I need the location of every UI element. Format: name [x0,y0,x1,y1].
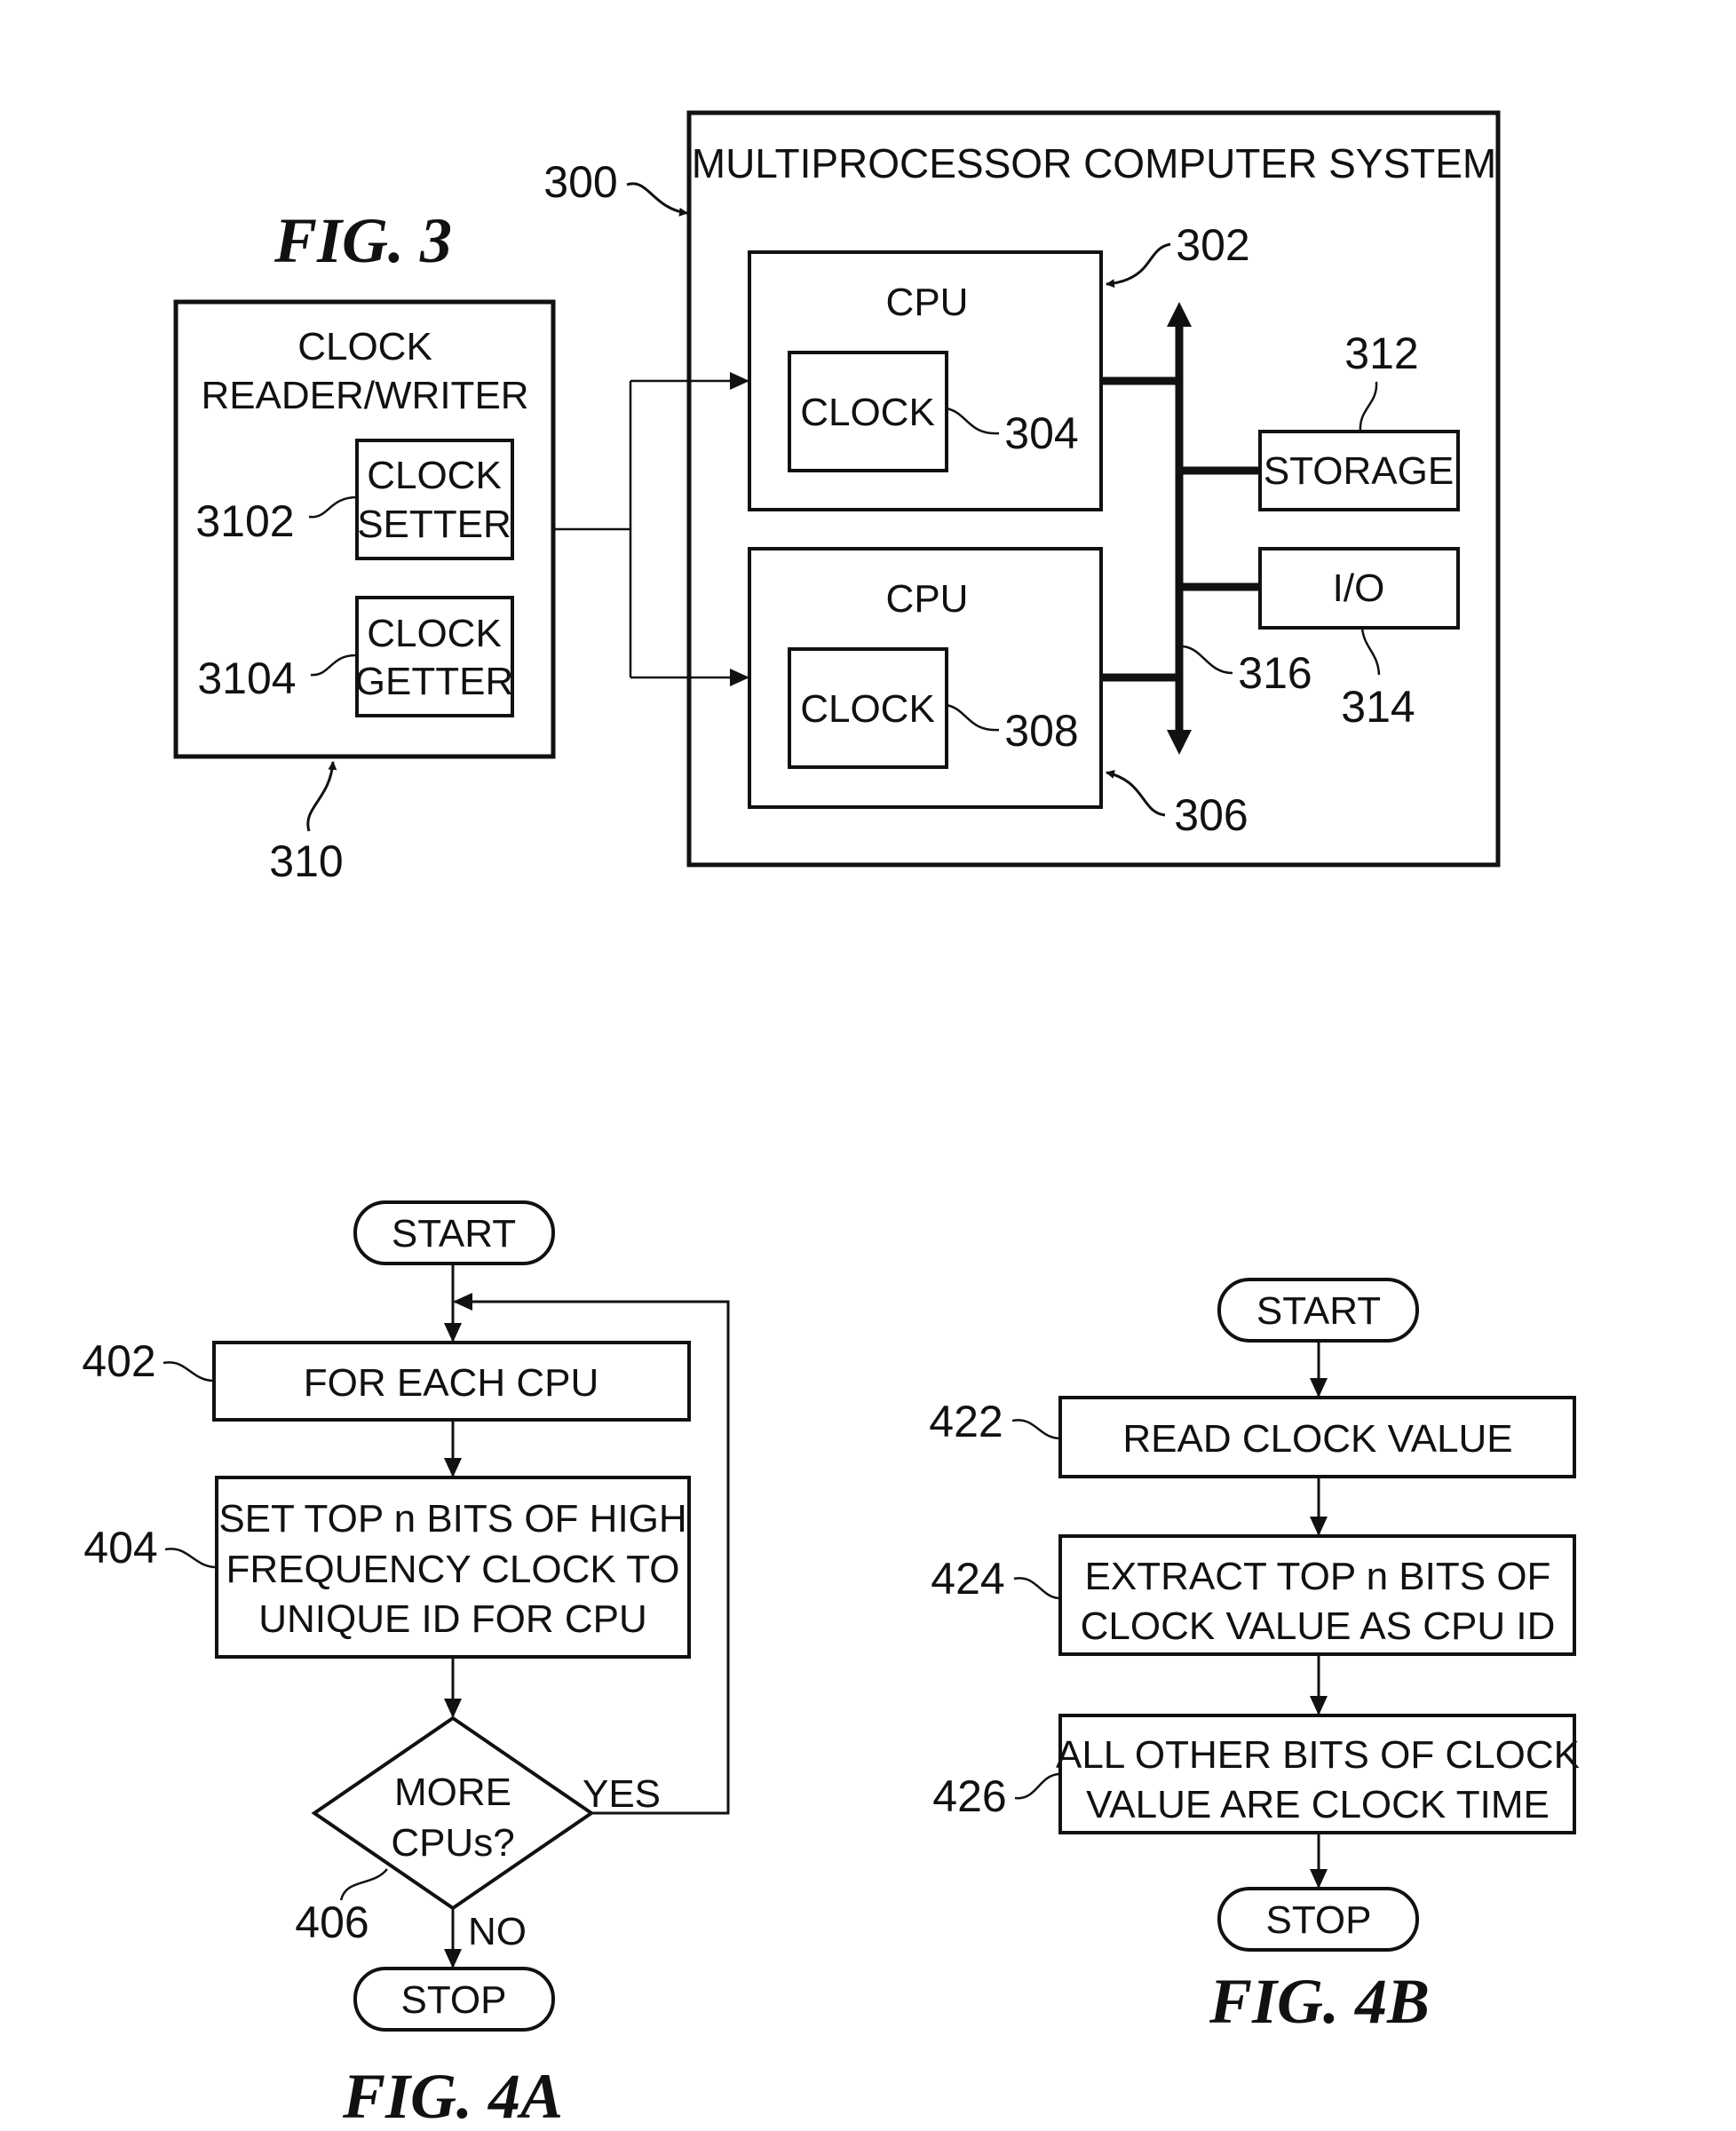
clock-308-ref: 308 [1004,706,1078,756]
decision-406-line2: CPUs? [391,1821,514,1865]
step-426-leader [1014,1772,1061,1800]
clock-304-ref: 304 [1004,408,1078,458]
step-404-line2: FREQUENCY CLOCK TO [226,1548,679,1591]
clock-setter-line2: SETTER [357,503,511,546]
step-424-leader [1013,1577,1061,1600]
step-422-ref: 422 [929,1397,1003,1446]
step-404-leader [164,1548,218,1569]
cpu-306-leader-arrow [1106,770,1166,817]
step-404-line3: UNIQUE ID FOR CPU [258,1597,647,1641]
step-404-line1: SET TOP n BITS OF HIGH [218,1497,686,1541]
system-title: MULTIPROCESSOR COMPUTER SYSTEM [692,140,1496,186]
fig4a-start-label: START [392,1212,516,1256]
bus-down-arrowhead [1167,730,1192,755]
clock-setter-line1: CLOCK [367,454,502,497]
io-leader [1360,627,1381,676]
io-ref: 314 [1341,682,1415,732]
storage-label: STORAGE [1264,449,1454,493]
system-ref: 300 [543,157,617,207]
storage-leader [1359,381,1378,432]
step-402-text: FOR EACH CPU [304,1361,598,1405]
system-leader-arrow [626,182,688,217]
io-label: I/O [1333,566,1385,610]
clock-getter-line2: GETTER [355,660,513,703]
cpu-306-ref: 306 [1174,790,1248,840]
fig4a-stop-label: STOP [400,1978,506,2022]
cpu-302-ref: 302 [1176,220,1249,270]
clock-setter-ref: 3102 [195,496,294,546]
step-426-line1: ALL OTHER BITS OF CLOCK [1056,1733,1580,1777]
reader-writer-title-line2: READER/WRITER [201,374,528,417]
bus-up-arrowhead [1167,302,1192,327]
fig3: FIG. 3 MULTIPROCESSOR COMPUTER SYSTEM 30… [173,110,1501,886]
decision-406-ref: 406 [295,1897,369,1947]
reader-writer-leader-arrow [306,761,337,832]
clock-304-label: CLOCK [800,391,935,434]
step-404-ref: 404 [83,1523,157,1573]
clock-304-leader [946,407,1000,435]
cpu-306-label: CPU [886,577,969,621]
step-422-leader [1011,1419,1061,1440]
cpu-302-leader-arrow [1106,242,1171,289]
patent-drawing-sheet: FIG. 3 MULTIPROCESSOR COMPUTER SYSTEM 30… [82,110,1580,2131]
bus-leader [1182,645,1233,675]
bus-ref: 316 [1238,648,1312,698]
fig4b-start-label: START [1256,1289,1381,1333]
clock-getter-ref: 3104 [197,654,296,703]
fig4a-caption: FIG. 4A [342,2061,563,2131]
reader-writer-title-line1: CLOCK [297,325,432,368]
fig4a: START FOR EACH CPU 402 SET TOP n BITS OF… [82,1200,730,2131]
decision-406-yes: YES [583,1772,661,1816]
clock-setter-leader [308,495,358,519]
clock-308-leader [946,703,1000,732]
step-402-leader [163,1361,215,1382]
fig4b: START READ CLOCK VALUE 422 EXTRACT TOP n… [929,1278,1580,2037]
step-426-ref: 426 [932,1771,1006,1821]
clock-getter-leader [310,654,358,677]
step-422-text: READ CLOCK VALUE [1122,1417,1512,1461]
decision-406-leader [339,1868,388,1901]
fig4b-caption: FIG. 4B [1209,1966,1430,2037]
clock-308-label: CLOCK [800,687,935,731]
decision-406-no: NO [468,1910,527,1953]
fig4b-stop-label: STOP [1265,1898,1371,1942]
step-402-ref: 402 [82,1336,155,1386]
step-424-line1: EXTRACT TOP n BITS OF [1085,1555,1551,1598]
clock-getter-line1: CLOCK [367,612,502,655]
step-424-line2: CLOCK VALUE AS CPU ID [1081,1604,1556,1648]
cpu-302-label: CPU [886,281,969,324]
decision-406-line1: MORE [394,1771,511,1814]
reader-writer-ref: 310 [269,836,343,886]
fig3-caption: FIG. 3 [273,205,452,276]
step-424-ref: 424 [931,1554,1004,1604]
storage-ref: 312 [1344,329,1418,378]
step-426-line2: VALUE ARE CLOCK TIME [1086,1783,1550,1826]
